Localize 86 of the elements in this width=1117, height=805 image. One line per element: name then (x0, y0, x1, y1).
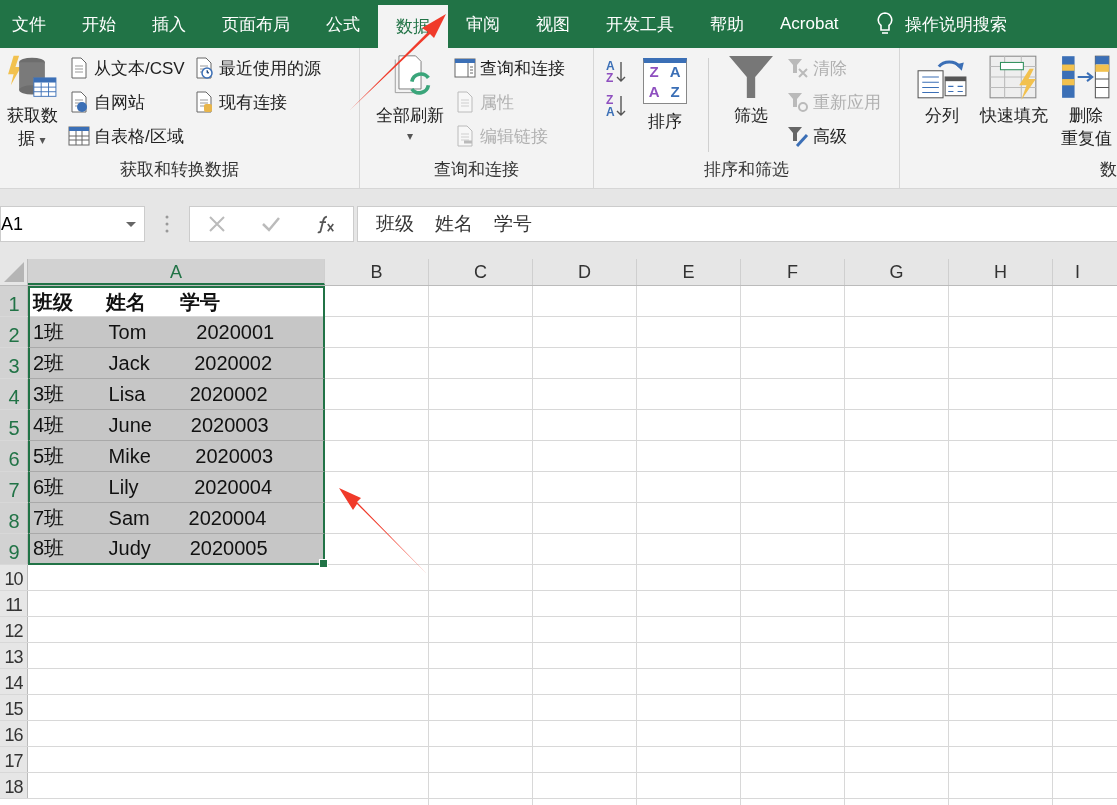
column-header[interactable]: C (429, 259, 533, 285)
ribbon-button[interactable]: 自表格/区域 (68, 122, 185, 150)
ribbon-button[interactable]: 删除 重复值 (1058, 54, 1114, 158)
sort-button[interactable]: A Z (604, 60, 628, 84)
row-header[interactable]: 16 (0, 721, 28, 746)
column-header[interactable]: E (637, 259, 741, 285)
row-header[interactable]: 6 (0, 441, 28, 471)
row-header[interactable]: 13 (0, 643, 28, 668)
ribbon-tab[interactable]: Acrobat (762, 0, 857, 48)
row-header[interactable]: 8 (0, 503, 28, 533)
cancel-icon[interactable] (207, 214, 228, 234)
ribbon-tab[interactable]: 插入 (134, 0, 204, 48)
group-label: 获取和转换数据 (120, 159, 239, 181)
tell-me-search[interactable]: 操作说明搜索 (904, 0, 1007, 48)
group-label: 排序和筛选 (704, 159, 789, 181)
sort-table-icon: Z A A Z (642, 58, 687, 104)
table-icon (68, 125, 90, 147)
column-header[interactable]: G (845, 259, 949, 285)
ribbon-button[interactable]: 现有连接 (192, 88, 321, 116)
fill-handle[interactable] (319, 559, 328, 568)
select-all-icon[interactable] (4, 262, 24, 282)
ribbon-tab[interactable]: 视图 (518, 0, 588, 48)
column-header[interactable]: H (949, 259, 1053, 285)
ribbon-tab[interactable]: 开发工具 (588, 0, 692, 48)
ribbon-button[interactable]: 查询和连接 (454, 54, 565, 82)
group-label: 查询和连接 (434, 159, 519, 181)
formula-field[interactable]: 班级 姓名 学号 (357, 206, 1117, 242)
table-cell: 7班 Sam 2020004 (28, 503, 325, 534)
ribbon-tab[interactable]: 审阅 (448, 0, 518, 48)
row-header[interactable]: 5 (0, 410, 28, 440)
ribbon-button[interactable]: 自网站 (68, 88, 185, 116)
table-cell: 8班 Judy 2020005 (28, 534, 325, 565)
row-header[interactable]: 9 (0, 534, 28, 564)
advanced-filter-icon (786, 125, 809, 147)
ribbon-button[interactable]: 高级 (786, 122, 881, 150)
sort-button[interactable]: Z A (604, 94, 628, 118)
ribbon-button[interactable]: 筛选 (722, 54, 779, 158)
remove-duplicates-icon (1060, 54, 1112, 100)
row-header[interactable]: 4 (0, 379, 28, 409)
ribbon-button[interactable]: 分列 (914, 54, 970, 158)
column-header[interactable]: F (741, 259, 845, 285)
ribbon-button[interactable]: 快速填充 (978, 54, 1050, 158)
ribbon-button[interactable]: Z A A Z 排序 (635, 54, 694, 158)
globe-document-icon (68, 91, 90, 113)
column-header[interactable]: B (325, 259, 429, 285)
ribbon-tab[interactable]: 页面布局 (204, 0, 308, 48)
group-label: 数 (1100, 159, 1117, 181)
query-pane-icon (454, 57, 476, 79)
function-icon[interactable] (315, 214, 336, 234)
ribbon-tab[interactable]: 文件 (0, 0, 64, 48)
table-cell: 3班 Lisa 2020002 (28, 379, 325, 410)
ribbon-tab[interactable]: 开始 (64, 0, 134, 48)
row-header[interactable]: 17 (0, 747, 28, 772)
row-header[interactable]: 15 (0, 695, 28, 720)
down-arrow-icon (615, 95, 626, 117)
table-cell: 5班 Mike 2020003 (28, 441, 325, 472)
row-header[interactable]: 18 (0, 773, 28, 798)
row-header[interactable]: 11 (0, 591, 28, 616)
lightbulb-icon (876, 12, 893, 36)
clear-filter-icon (786, 57, 809, 79)
ribbon-button[interactable]: 最近使用的源 (192, 54, 321, 82)
row-header[interactable]: 1 (0, 286, 28, 316)
ribbon-button[interactable]: 全部刷新 ▾ (374, 54, 446, 158)
ribbon-tab[interactable]: 公式 (308, 0, 378, 48)
table-cell: 6班 Lily 2020004 (28, 472, 325, 503)
row-header[interactable]: 14 (0, 669, 28, 694)
down-arrow-icon (615, 61, 626, 83)
document-icon (68, 57, 90, 79)
ribbon-button[interactable]: 获取数 据 ▾ (4, 54, 60, 158)
column-header[interactable]: A (28, 259, 325, 285)
column-header[interactable]: D (533, 259, 637, 285)
drag-handle-icon (165, 215, 169, 233)
column-header[interactable]: I (1053, 259, 1117, 285)
table-cell: 4班 June 2020003 (28, 410, 325, 441)
name-box[interactable]: A1 (0, 206, 145, 242)
row-header[interactable]: 12 (0, 617, 28, 642)
ribbon-button[interactable]: 从文本/CSV (68, 54, 185, 82)
row-header[interactable]: 10 (0, 565, 28, 590)
row-header[interactable]: 3 (0, 348, 28, 378)
table-cell: 1班 Tom 2020001 (28, 317, 325, 348)
reapply-filter-icon (786, 91, 809, 113)
ribbon-tab[interactable]: 帮助 (692, 0, 762, 48)
row-header[interactable]: 2 (0, 317, 28, 347)
row-header[interactable]: 7 (0, 472, 28, 502)
table-cell: 2班 Jack 2020002 (28, 348, 325, 379)
database-icon (6, 54, 58, 100)
